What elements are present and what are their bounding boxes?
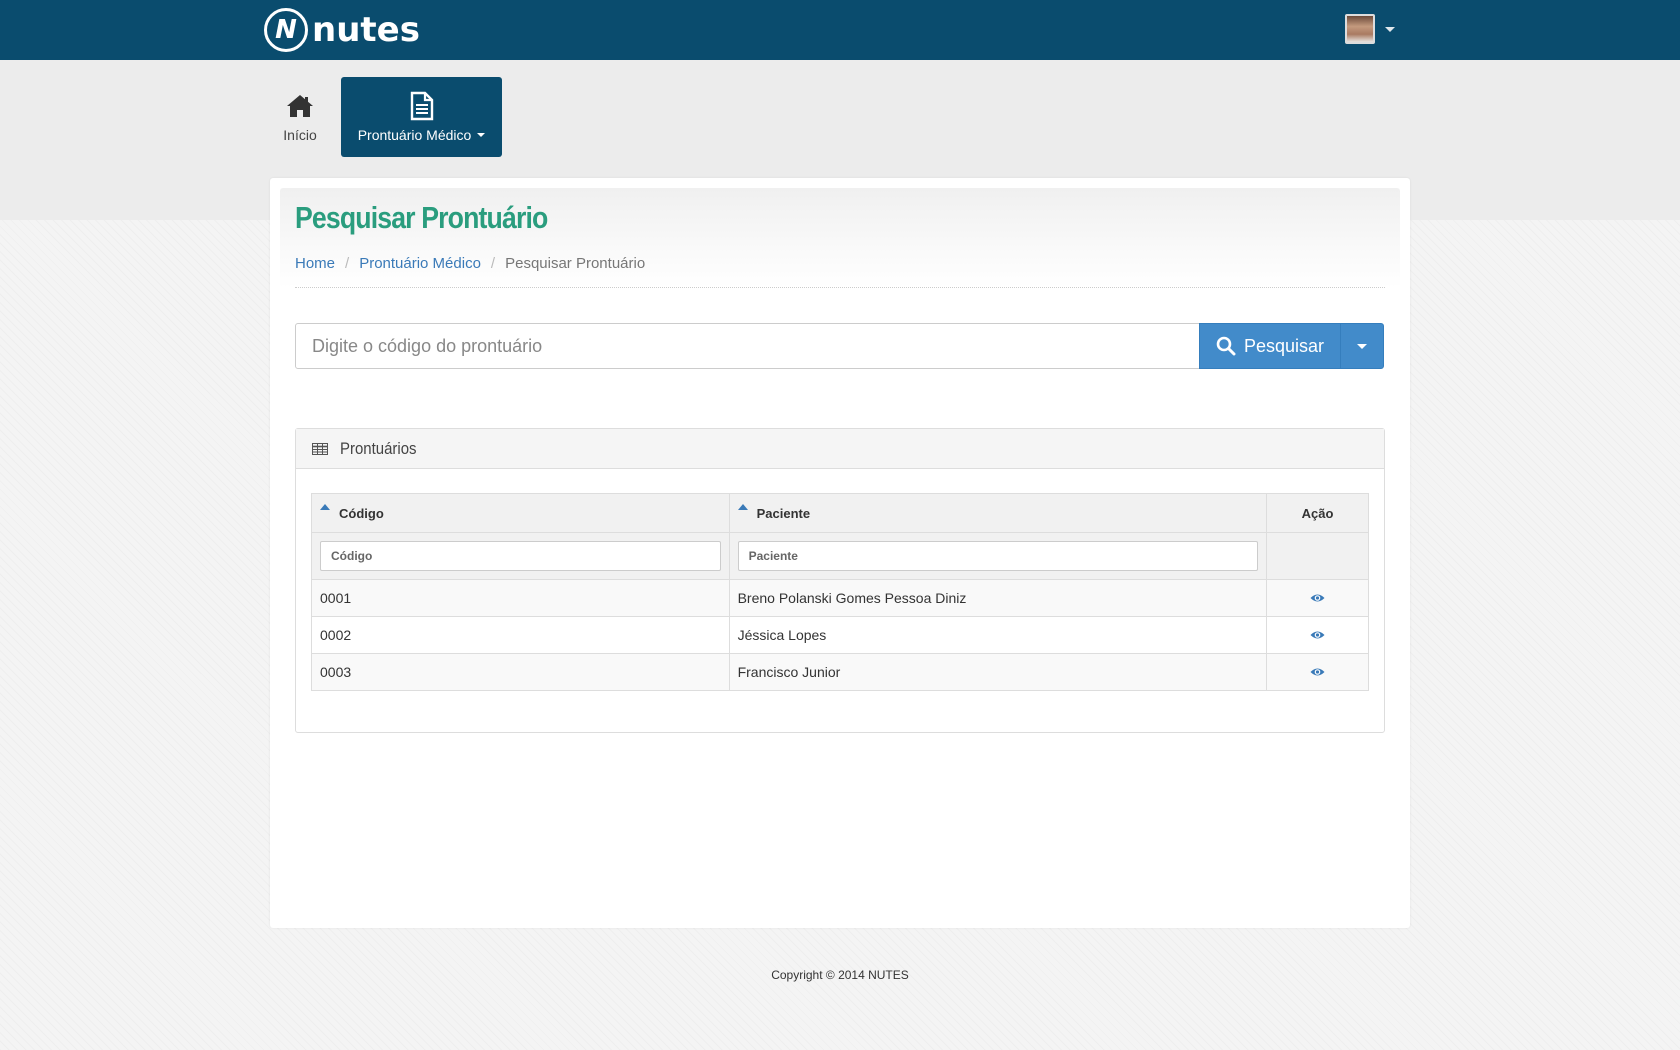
header-divider [295, 287, 1385, 288]
column-header-acao: Ação [1266, 493, 1369, 533]
chevron-down-icon[interactable] [1385, 26, 1395, 32]
filter-codigo-input[interactable] [320, 541, 721, 571]
nav-item-label-wrap: Prontuário Médico [358, 127, 486, 143]
filter-empty-cell [1266, 532, 1369, 580]
table-header-row: Código Paciente Ação [311, 493, 1369, 533]
nav-item-prontuario-medico[interactable]: Prontuário Médico [341, 77, 502, 157]
cell-paciente: Jéssica Lopes [728, 616, 1268, 654]
search-button[interactable]: Pesquisar [1199, 323, 1341, 369]
cell-codigo: 0002 [311, 616, 730, 654]
table-icon [312, 442, 328, 455]
avatar[interactable] [1345, 14, 1375, 44]
nav-item-inicio[interactable]: Início [272, 77, 328, 157]
view-action-cell [1266, 616, 1369, 654]
search-button-label: Pesquisar [1243, 335, 1325, 356]
top-navbar: N nutes [0, 0, 1680, 60]
search-icon [1216, 336, 1236, 356]
breadcrumb-separator: / [345, 255, 350, 272]
page-title: Pesquisar Prontuário [295, 200, 548, 235]
filter-paciente-input[interactable] [737, 541, 1259, 571]
logo-mark: N [264, 8, 308, 52]
breadcrumb-current: Pesquisar Prontuário [505, 255, 646, 272]
prontuarios-panel: Prontuários Código Paciente Ação 0001 Br… [295, 428, 1385, 733]
table-row: 0001 Breno Polanski Gomes Pessoa Diniz [311, 579, 1369, 617]
sort-ascending-icon [320, 503, 330, 510]
breadcrumb-home[interactable]: Home [295, 255, 335, 272]
caret-down-icon [477, 133, 486, 137]
table-row: 0003 Francisco Junior [311, 653, 1369, 691]
cell-paciente: Breno Polanski Gomes Pessoa Diniz [728, 579, 1268, 617]
footer-copyright: Copyright © 2014 NUTES [771, 968, 909, 982]
eye-icon[interactable] [1310, 667, 1325, 677]
caret-down-icon [1357, 343, 1367, 349]
breadcrumb: Home / Prontuário Médico / Pesquisar Pro… [295, 255, 645, 272]
nav-item-label: Prontuário Médico [357, 127, 472, 143]
table-filter-row [311, 532, 1369, 580]
column-header-paciente[interactable]: Paciente [728, 493, 1268, 533]
home-icon [286, 91, 314, 121]
table-row: 0002 Jéssica Lopes [311, 616, 1369, 654]
panel-heading: Prontuários [296, 429, 1384, 469]
nutes-logo[interactable]: N nutes [264, 8, 420, 52]
file-text-icon [409, 91, 435, 121]
view-action-cell [1266, 579, 1369, 617]
cell-paciente: Francisco Junior [728, 653, 1268, 691]
cell-codigo: 0001 [311, 579, 730, 617]
view-action-cell [1266, 653, 1369, 691]
cell-codigo: 0003 [311, 653, 730, 691]
logo-text: nutes [312, 10, 420, 50]
breadcrumb-prontuario-medico[interactable]: Prontuário Médico [359, 255, 481, 272]
prontuarios-table: Código Paciente Ação 0001 Breno Polanski… [311, 493, 1369, 691]
search-input[interactable] [295, 323, 1200, 369]
sort-ascending-icon [737, 503, 748, 510]
nav-item-label: Início [283, 127, 317, 143]
eye-icon[interactable] [1310, 593, 1325, 603]
eye-icon[interactable] [1310, 630, 1325, 640]
user-menu[interactable] [1345, 14, 1395, 44]
panel-title: Prontuários [340, 438, 417, 458]
column-header-codigo[interactable]: Código [311, 493, 730, 533]
search-dropdown-toggle[interactable] [1340, 323, 1384, 369]
breadcrumb-separator: / [490, 255, 496, 272]
